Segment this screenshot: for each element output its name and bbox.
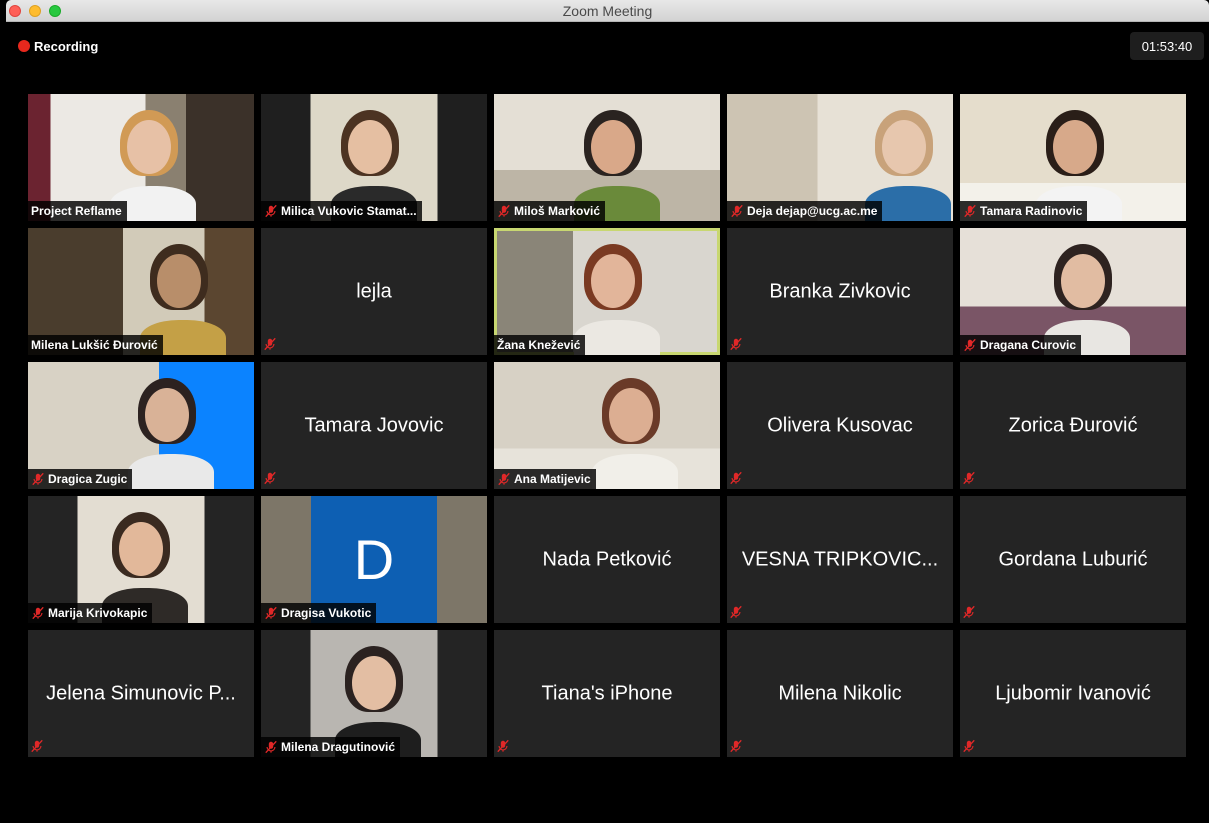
participant-video xyxy=(128,376,214,489)
microphone-muted-icon xyxy=(30,739,46,755)
microphone-muted-icon xyxy=(497,204,511,218)
participant-tile[interactable]: Deja dejap@ucg.ac.me xyxy=(727,94,953,221)
meeting-timer: 01:53:40 xyxy=(1130,32,1204,60)
participant-tile[interactable]: Branka Zivkovic xyxy=(727,228,953,355)
participant-name-tag: Miloš Marković xyxy=(494,201,606,221)
participant-tile[interactable]: Miloš Marković xyxy=(494,94,720,221)
participant-video xyxy=(574,242,660,355)
recording-label: Recording xyxy=(34,38,99,54)
microphone-muted-icon xyxy=(729,605,745,621)
participant-tile[interactable]: Milena Lukšić Đurović xyxy=(28,228,254,355)
participant-tile[interactable]: Project Reflame xyxy=(28,94,254,221)
participant-name-tag: Dragisa Vukotic xyxy=(261,603,377,623)
participant-name-tag: Marija Krivokapic xyxy=(28,603,153,623)
microphone-muted-icon xyxy=(729,337,745,353)
participant-name: Milena Lukšić Đurović xyxy=(31,338,158,352)
gallery-grid: Project Reflame Milica Vukovic Stamat... M… xyxy=(28,94,1188,762)
participant-tile[interactable]: Nada Petković xyxy=(494,496,720,623)
participant-name: Marija Krivokapic xyxy=(48,606,148,620)
participant-name: Tamara Radinovic xyxy=(980,204,1083,218)
participant-tile[interactable]: Olivera Kusovac xyxy=(727,362,953,489)
microphone-muted-icon xyxy=(729,471,745,487)
participant-tile[interactable]: Milica Vukovic Stamat... xyxy=(261,94,487,221)
participant-name: Žana Knežević xyxy=(497,338,581,352)
participant-tile[interactable]: Zorica Đurović xyxy=(960,362,1186,489)
microphone-muted-icon xyxy=(264,204,278,218)
participant-name-large: Ljubomir Ivanović xyxy=(995,682,1151,704)
recording-indicator[interactable]: Recording xyxy=(18,38,98,54)
participant-name: Dragisa Vukotic xyxy=(281,606,372,620)
participant-name-large: Zorica Đurović xyxy=(1008,414,1138,436)
microphone-muted-icon xyxy=(729,739,745,755)
recording-dot-icon xyxy=(18,40,30,52)
microphone-muted-icon xyxy=(963,204,977,218)
participant-tile[interactable]: Marija Krivokapic xyxy=(28,496,254,623)
participant-tile[interactable]: VESNA TRIPKOVIC... xyxy=(727,496,953,623)
participant-video xyxy=(865,108,951,221)
participant-name-large: Branka Zivkovic xyxy=(769,280,911,302)
participant-name-large: VESNA TRIPKOVIC... xyxy=(741,548,939,570)
window-title: Zoom Meeting xyxy=(562,3,653,19)
microphone-muted-icon xyxy=(962,739,978,755)
participant-name-large: Tamara Jovovic xyxy=(304,414,444,436)
participant-name: Milica Vukovic Stamat... xyxy=(281,204,417,218)
participant-name: Project Reflame xyxy=(31,204,122,218)
participant-name: Dragana Curovic xyxy=(980,338,1077,352)
participant-name: Milena Dragutinović xyxy=(281,740,396,754)
participant-name-large: Gordana Luburić xyxy=(998,548,1148,570)
microphone-muted-icon xyxy=(264,606,278,620)
microphone-muted-icon xyxy=(264,740,278,754)
participant-name-large: Jelena Simunovic P... xyxy=(46,682,236,704)
participant-tile[interactable]: Milena Dragutinović xyxy=(261,630,487,757)
participant-name-large: Nada Petković xyxy=(542,548,672,570)
participant-tile[interactable]: Gordana Luburić xyxy=(960,496,1186,623)
microphone-muted-icon xyxy=(497,472,511,486)
participant-name-tag: Milena Dragutinović xyxy=(261,737,401,757)
participant-tile[interactable]: Jelena Simunovic P... xyxy=(28,630,254,757)
participant-tile[interactable]: D Dragisa Vukotic xyxy=(261,496,487,623)
microphone-muted-icon xyxy=(496,739,512,755)
participant-tile[interactable]: Milena Nikolic xyxy=(727,630,953,757)
participant-name-tag: Tamara Radinovic xyxy=(960,201,1088,221)
participant-name-large: Milena Nikolic xyxy=(778,682,902,704)
participant-name-tag: Deja dejap@ucg.ac.me xyxy=(727,201,883,221)
microphone-muted-icon xyxy=(31,472,45,486)
participant-name: Deja dejap@ucg.ac.me xyxy=(747,204,878,218)
microphone-muted-icon xyxy=(263,337,279,353)
participant-video xyxy=(110,108,196,221)
participant-name: Ana Matijevic xyxy=(514,472,591,486)
participant-tile[interactable]: Tiana's iPhone xyxy=(494,630,720,757)
participant-tile[interactable]: Ana Matijevic xyxy=(494,362,720,489)
participant-tile[interactable]: lejla xyxy=(261,228,487,355)
participant-video xyxy=(592,376,678,489)
microphone-muted-icon xyxy=(963,338,977,352)
participant-name-large: lejla xyxy=(356,280,392,302)
participant-name-tag: Dragica Zugic xyxy=(28,469,133,489)
participant-name-tag: Dragana Curovic xyxy=(960,335,1082,355)
microphone-muted-icon xyxy=(263,471,279,487)
window-titlebar: Zoom Meeting xyxy=(6,0,1209,22)
meeting-stage: Recording 01:53:40 Project Reflame Milica… xyxy=(6,22,1209,823)
participant-name-tag: Ana Matijevic xyxy=(494,469,596,489)
participant-name-large: Tiana's iPhone xyxy=(541,682,673,704)
participant-tile[interactable]: Ljubomir Ivanović xyxy=(960,630,1186,757)
participant-tile[interactable]: Tamara Jovovic xyxy=(261,362,487,489)
microphone-muted-icon xyxy=(31,606,45,620)
participant-name-tag: Milica Vukovic Stamat... xyxy=(261,201,422,221)
microphone-muted-icon xyxy=(962,471,978,487)
participant-name: Dragica Zugic xyxy=(48,472,128,486)
participant-name-tag: Project Reflame xyxy=(28,201,127,221)
participant-name-tag: Žana Knežević xyxy=(494,335,586,355)
participant-name: Miloš Marković xyxy=(514,204,601,218)
microphone-muted-icon xyxy=(962,605,978,621)
participant-name-large: Olivera Kusovac xyxy=(767,414,913,436)
participant-tile[interactable]: Dragana Curovic xyxy=(960,228,1186,355)
participant-tile[interactable]: Dragica Zugic xyxy=(28,362,254,489)
participant-tile[interactable]: Tamara Radinovic xyxy=(960,94,1186,221)
participant-name-tag: Milena Lukšić Đurović xyxy=(28,335,163,355)
participant-tile[interactable]: Žana Knežević xyxy=(494,228,720,355)
microphone-muted-icon xyxy=(730,204,744,218)
